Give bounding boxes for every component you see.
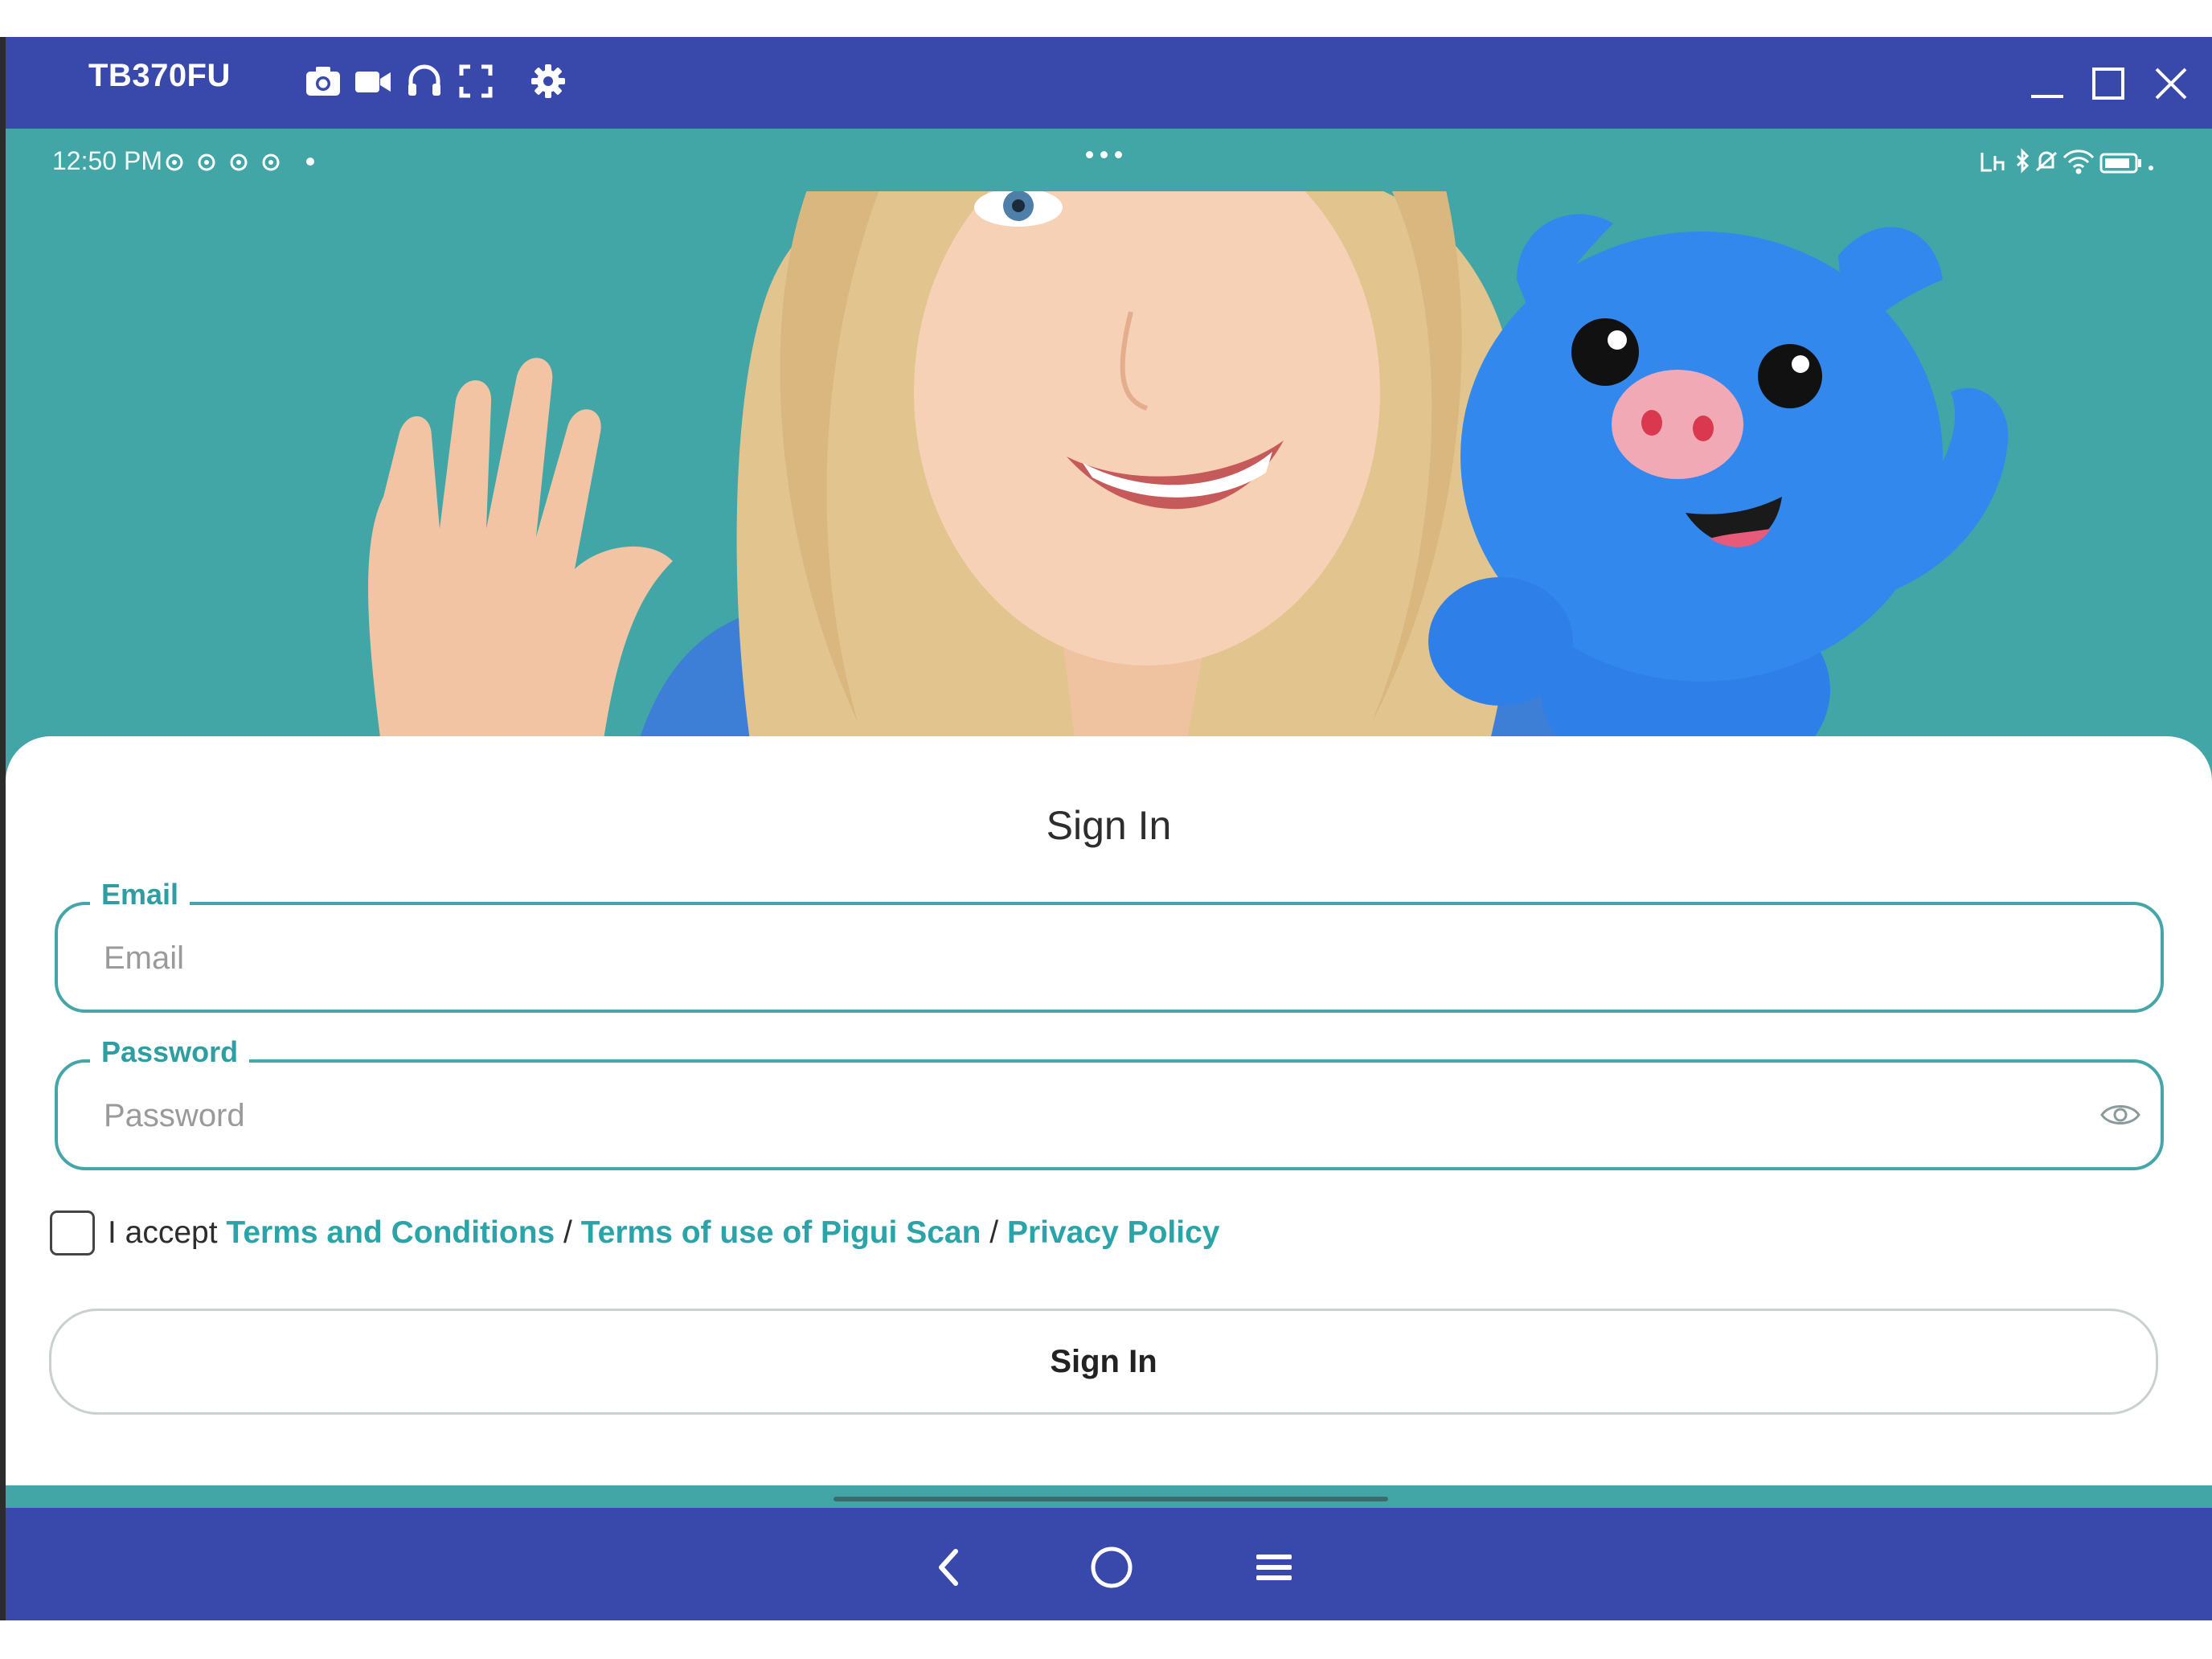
email-field: Email xyxy=(55,878,2164,1013)
terms-and-conditions-link[interactable]: Terms and Conditions xyxy=(226,1215,555,1250)
email-input[interactable] xyxy=(102,905,2067,1011)
window-titlebar: TB370FU xyxy=(6,37,2212,129)
signin-title: Sign In xyxy=(1046,803,1172,848)
wifi-icon xyxy=(2062,150,2095,174)
maximize-icon[interactable] xyxy=(2086,61,2131,106)
system-status-icons xyxy=(1981,148,2153,174)
sign-in-button[interactable]: Sign In xyxy=(49,1309,2158,1415)
app-notification-icon xyxy=(166,154,183,171)
back-icon[interactable] xyxy=(925,1543,973,1591)
terms-separator: / xyxy=(981,1215,1007,1250)
notification-overflow-dot xyxy=(306,158,314,166)
show-password-eye-icon[interactable] xyxy=(2099,1098,2141,1132)
password-field: Password xyxy=(55,1035,2164,1170)
window-left-edge xyxy=(0,37,6,1620)
headphones-icon[interactable] xyxy=(404,61,444,101)
terms-prefix: I accept xyxy=(108,1215,227,1250)
silent-icon xyxy=(2035,151,2058,172)
minimize-icon[interactable] xyxy=(2025,61,2070,106)
terms-text: I accept Terms and Conditions / Terms of… xyxy=(108,1215,1219,1251)
android-navigation-bar xyxy=(6,1508,2212,1620)
video-camera-icon[interactable] xyxy=(353,61,393,101)
battery-icon xyxy=(2099,153,2141,174)
password-input[interactable] xyxy=(102,1063,2067,1169)
pigui-scan-terms-link[interactable]: Terms of use of Pigui Scan xyxy=(581,1215,981,1250)
menu-icon[interactable] xyxy=(1250,1543,1298,1591)
close-icon[interactable] xyxy=(2149,61,2194,106)
lte-icon xyxy=(1981,153,2005,172)
bluetooth-icon xyxy=(2016,148,2030,174)
app-notification-icon xyxy=(262,154,280,171)
gesture-home-indicator[interactable] xyxy=(834,1497,1388,1501)
gear-icon[interactable] xyxy=(528,61,568,101)
multiwindow-handle[interactable] xyxy=(1086,148,1129,162)
terms-separator: / xyxy=(555,1215,581,1250)
app-notification-icon xyxy=(198,154,215,171)
app-notification-icon xyxy=(230,154,248,171)
welcome-hero-illustration xyxy=(368,191,2009,762)
status-time: 12:50 PM xyxy=(52,146,162,175)
home-icon[interactable] xyxy=(1088,1543,1136,1591)
android-status-bar: 12:50 PM xyxy=(6,129,2212,193)
fullscreen-icon[interactable] xyxy=(456,61,496,101)
device-screen: 12:50 PM Sign In Email Email Password xyxy=(6,129,2212,1508)
device-title: TB370FU xyxy=(88,58,231,93)
privacy-policy-link[interactable]: Privacy Policy xyxy=(1007,1215,1220,1250)
camera-icon[interactable] xyxy=(303,61,343,101)
accept-terms-checkbox[interactable] xyxy=(50,1210,95,1256)
